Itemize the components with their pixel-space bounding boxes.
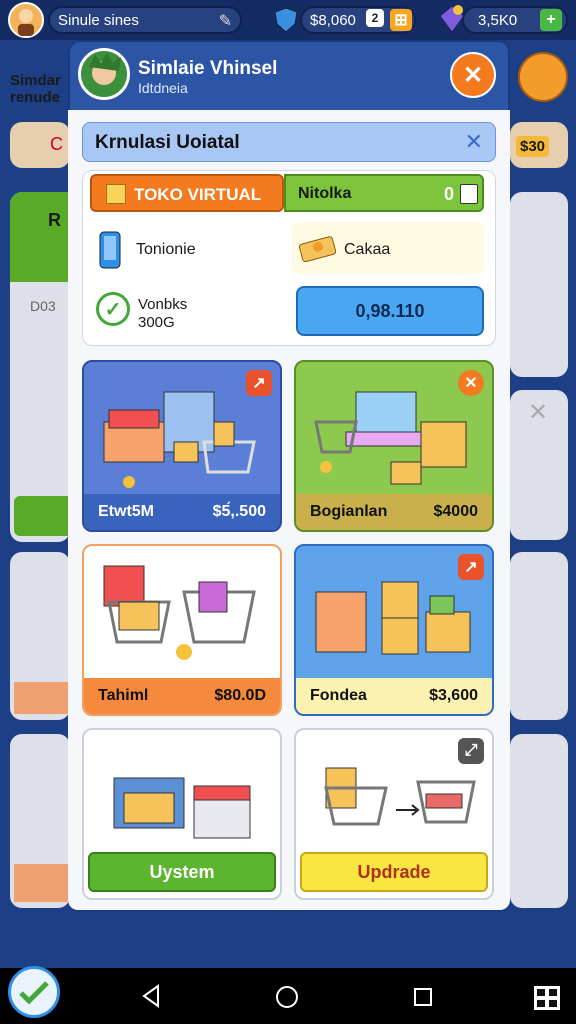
card-3-footer: Tahiml $80.0D <box>84 678 280 714</box>
dialog-title: Simlaie Vhinsel <box>138 58 278 79</box>
player-name-pill[interactable]: Sinule sines ✎ <box>48 6 242 34</box>
card-2-tag[interactable]: ✕ <box>458 370 484 396</box>
shop-icon[interactable]: ⊞ <box>390 9 412 31</box>
item-card-1[interactable]: ↗ Etwt5M $5́,.500 <box>82 360 282 532</box>
store-right-label: Nitolka <box>298 185 352 202</box>
nav-home-icon[interactable] <box>276 986 298 1008</box>
coins-pill: $8,060 2 ⊞ <box>300 6 416 34</box>
item-card-4[interactable]: ↗ Fondea $3,600 <box>294 544 494 716</box>
price-button[interactable]: 0,98.110 <box>296 286 484 336</box>
info-item-3-line2: 300G <box>138 314 175 331</box>
add-gems-button[interactable]: + <box>540 9 562 31</box>
card-4-tag[interactable]: ↗ <box>458 554 484 580</box>
background-code: D03 <box>30 298 56 314</box>
card-6-tag[interactable]: ⤢ <box>458 738 484 764</box>
card-4-name: Fondea <box>310 687 367 704</box>
dialog-subtitle: Idtdneia <box>138 80 188 96</box>
section-header: Krnulasi Uoiatal ✕ <box>82 122 496 162</box>
card-2-footer: Bogianlan $4000 <box>296 494 492 530</box>
background-card-right-1 <box>510 192 568 377</box>
card-1-tag[interactable]: ↗ <box>246 370 272 396</box>
calendar-icon <box>460 184 478 204</box>
info-item-2: Cakaa <box>344 241 391 258</box>
flag-icon[interactable]: 2 <box>366 9 384 27</box>
background-orange-strip-2 <box>14 864 70 902</box>
gems-value: 3,5K0 <box>478 11 518 29</box>
store-icon <box>106 184 126 204</box>
wrench-icon[interactable]: ✎ <box>219 11 232 31</box>
store-right-value: 0 <box>444 184 455 204</box>
system-button-label: Uystem <box>149 861 215 882</box>
top-bar: Sinule sines ✎ $8,060 2 ⊞ 3,5K0 + <box>0 0 576 40</box>
card-2-name: Bogianlan <box>310 503 388 520</box>
card-2-price: $4000 <box>433 503 479 520</box>
background-box-icon <box>518 52 568 102</box>
item-card-6[interactable]: ⤢ Updrade <box>294 728 494 900</box>
store-right-tab[interactable]: Nitolka 0 <box>284 174 484 212</box>
info-item-1: Tonionie <box>136 241 196 258</box>
coins-value: $8,060 <box>310 11 356 29</box>
cash-icon <box>298 232 338 263</box>
card-4-footer: Fondea $3,600 <box>296 678 492 714</box>
store-title: TOKO VIRTUAL <box>134 185 262 204</box>
background-amount: $30 <box>516 136 550 157</box>
upgrade-button[interactable]: Updrade <box>300 852 488 892</box>
background-card-right-3 <box>510 552 568 720</box>
store-tab[interactable]: TOKO VIRTUAL <box>90 174 284 212</box>
background-close-icon: ✕ <box>528 399 549 426</box>
background-orange-strip <box>14 682 70 714</box>
info-item-3-line1: Vonbks <box>138 296 188 313</box>
background-green-strip <box>10 192 70 282</box>
card-1-price: $5́,.500 <box>212 503 266 520</box>
gems-pill: 3,5K0 + <box>462 6 568 34</box>
nav-grid-icon[interactable] <box>534 986 560 1010</box>
card-1-footer: Etwt5M $5́,.500 <box>84 494 280 530</box>
upgrade-button-label: Updrade <box>357 861 431 882</box>
card-1-name: Etwt5M <box>98 503 154 520</box>
player-avatar[interactable] <box>8 2 44 38</box>
dialog-avatar <box>78 48 130 100</box>
cart-boxes-icon <box>103 565 256 660</box>
section-close-icon[interactable]: ✕ <box>465 129 483 155</box>
section-title: Krnulasi Uoiatal <box>95 132 240 153</box>
shield-icon <box>274 7 298 33</box>
background-letter: R <box>48 210 61 230</box>
item-card-2[interactable]: ✕ Bogianlan $4000 <box>294 360 494 532</box>
bottom-left-app-icon[interactable] <box>8 966 60 1018</box>
nav-back-icon[interactable] <box>140 984 162 1013</box>
close-icon: ✕ <box>462 61 484 89</box>
price-button-label: 0,98.110 <box>355 300 425 321</box>
background-card-right-4 <box>510 734 568 908</box>
background-green-button <box>14 496 70 536</box>
shop-stall-icon <box>113 777 251 839</box>
item-card-3[interactable]: Tahiml $80.0D <box>82 544 282 716</box>
card-3-name: Tahiml <box>98 687 149 704</box>
background-tag: C <box>50 134 63 154</box>
nav-recents-icon[interactable] <box>414 988 432 1006</box>
dialog-close-button[interactable]: ✕ <box>450 52 496 98</box>
check-icon: ✓ <box>96 292 130 326</box>
system-button[interactable]: Uystem <box>88 852 276 892</box>
background-title: Simdar renude <box>10 72 61 106</box>
card-3-price: $80.0D <box>214 687 266 704</box>
item-card-5[interactable]: Uystem <box>82 728 282 900</box>
phone-icon <box>98 230 124 270</box>
player-name: Sinule sines <box>58 11 139 29</box>
card-4-price: $3,600 <box>429 687 478 704</box>
